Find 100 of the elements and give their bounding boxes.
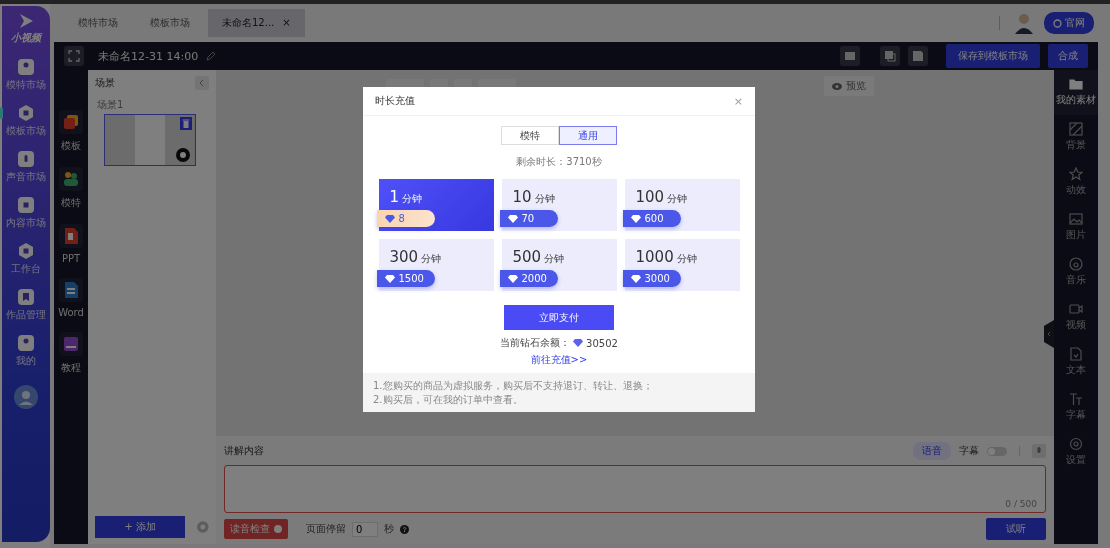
scene-label: 场景1 (97, 98, 125, 112)
price-badge: 70 (499, 210, 558, 227)
diamond-icon (630, 214, 641, 223)
tool-item[interactable]: 模板 (59, 110, 83, 153)
package-unit: 分钟 (544, 252, 565, 266)
collapse-icon[interactable] (195, 76, 209, 90)
microphone-icon[interactable] (1032, 444, 1046, 458)
package-card[interactable]: 100 分钟 600 (624, 179, 740, 231)
rail-icon (1069, 212, 1083, 226)
segment-tab[interactable]: 通用 (559, 126, 617, 145)
rail-item[interactable]: 图片 (1054, 205, 1098, 250)
nav-icon (17, 104, 35, 122)
rail-icon (1069, 167, 1083, 181)
nav-item[interactable]: 工作台 (2, 239, 50, 279)
nav-icon (17, 288, 35, 306)
page-stay-input[interactable]: 0 (352, 521, 378, 537)
diamond-icon (384, 214, 395, 223)
package-amount: 10 (512, 188, 532, 206)
tool-icon (59, 167, 83, 191)
rail-icon (1069, 437, 1083, 451)
package-card[interactable]: 1000 分钟 3000 (624, 239, 740, 291)
package-card[interactable]: 300 分钟 1500 (378, 239, 494, 291)
package-unit: 分钟 (421, 252, 442, 266)
eye-icon (832, 82, 842, 90)
page-stay-label: 页面停留 (306, 522, 346, 536)
rail-icon (1069, 77, 1083, 91)
nav-item[interactable]: 作品管理 (2, 285, 50, 325)
tool-icon (59, 224, 83, 248)
price-badge: 600 (622, 210, 681, 227)
user-avatar-icon[interactable] (1014, 12, 1034, 34)
voice-button[interactable]: 语音 (913, 442, 951, 460)
nav-icon (17, 58, 35, 76)
website-button[interactable]: 官网 (1044, 12, 1094, 34)
rail-icon (1069, 392, 1083, 406)
save-icon[interactable] (908, 46, 928, 66)
balance-value: 30502 (586, 337, 618, 349)
rail-icon (1069, 302, 1083, 316)
nav-icon (17, 150, 35, 168)
nav-icon (17, 334, 35, 352)
preview-button[interactable]: 预览 (824, 76, 874, 96)
package-amount: 1000 (635, 248, 674, 266)
rail-item[interactable]: 音乐 (1054, 250, 1098, 295)
nav-icon (17, 242, 35, 260)
diamond-icon (507, 214, 518, 223)
package-unit: 分钟 (534, 192, 555, 206)
scene-thumbnail[interactable] (104, 114, 196, 166)
rail-icon (1069, 257, 1083, 271)
avatar-icon[interactable] (14, 385, 38, 409)
nav-icon (17, 196, 35, 214)
save-to-market-button[interactable]: 保存到模板市场 (946, 44, 1040, 68)
globe-icon (1053, 18, 1062, 28)
info-icon (274, 525, 282, 533)
pronunciation-check-button[interactable]: 读音检查 (224, 519, 288, 539)
rail-icon (1069, 122, 1083, 136)
tool-item[interactable]: Word (58, 278, 84, 318)
fullscreen-icon[interactable] (64, 46, 84, 66)
tool-item[interactable]: 教程 (59, 332, 83, 375)
trash-icon[interactable] (180, 117, 192, 130)
package-amount: 500 (512, 248, 542, 266)
package-card[interactable]: 10 分钟 70 (501, 179, 617, 231)
recharge-link[interactable]: 前往充值>> (530, 353, 588, 367)
logo-text: 小视频 (11, 31, 41, 45)
package-card[interactable]: 1 分钟 8 (378, 179, 494, 231)
compose-button[interactable]: 合成 (1048, 44, 1088, 68)
expand-tab-icon[interactable] (1044, 320, 1054, 348)
close-button[interactable]: × (733, 94, 743, 108)
package-card[interactable]: 500 分钟 2000 (501, 239, 617, 291)
add-scene-button[interactable]: + 添加 (95, 516, 186, 538)
price-badge: 8 (376, 210, 435, 227)
price-badge: 2000 (499, 270, 558, 287)
subtitle-toggle[interactable] (987, 446, 1007, 456)
layout-icon[interactable] (840, 46, 860, 66)
rail-item[interactable]: 文本 (1054, 340, 1098, 385)
rail-item[interactable]: 字幕 (1054, 385, 1098, 430)
package-unit: 分钟 (676, 252, 697, 266)
rail-item[interactable]: 我的素材 (1054, 70, 1098, 115)
nav-item[interactable]: 声音市场 (2, 147, 50, 187)
edit-pencil-icon[interactable] (206, 51, 217, 61)
seconds-unit: 秒 (384, 522, 394, 536)
tool-item[interactable]: 模特 (59, 167, 83, 210)
rail-item[interactable]: 动效 (1054, 160, 1098, 205)
package-amount: 1 (389, 188, 400, 206)
copy-icon[interactable] (880, 46, 900, 66)
help-icon[interactable] (400, 524, 409, 534)
segment-tab[interactable]: 模特 (501, 126, 559, 145)
record-icon[interactable] (176, 148, 190, 162)
nav-item[interactable]: 内容市场 (2, 193, 50, 233)
notice-text: 2.购买后，可在我的订单中查看。 (373, 393, 524, 407)
rail-item[interactable]: 背景 (1054, 115, 1098, 160)
tool-item[interactable]: PPT (59, 224, 83, 264)
rail-item[interactable]: 设置 (1054, 430, 1098, 475)
listen-button[interactable]: 试听 (986, 518, 1046, 540)
pay-now-button[interactable]: 立即支付 (504, 305, 614, 330)
nav-item[interactable]: 我的 (2, 331, 50, 371)
price-badge: 1500 (376, 270, 435, 287)
nav-item[interactable]: 模板市场 (2, 101, 50, 141)
rail-item[interactable]: 视频 (1054, 295, 1098, 340)
diamond-icon (573, 339, 584, 347)
diamond-icon (630, 274, 641, 283)
tab[interactable]: 未命名12... × (208, 9, 305, 37)
